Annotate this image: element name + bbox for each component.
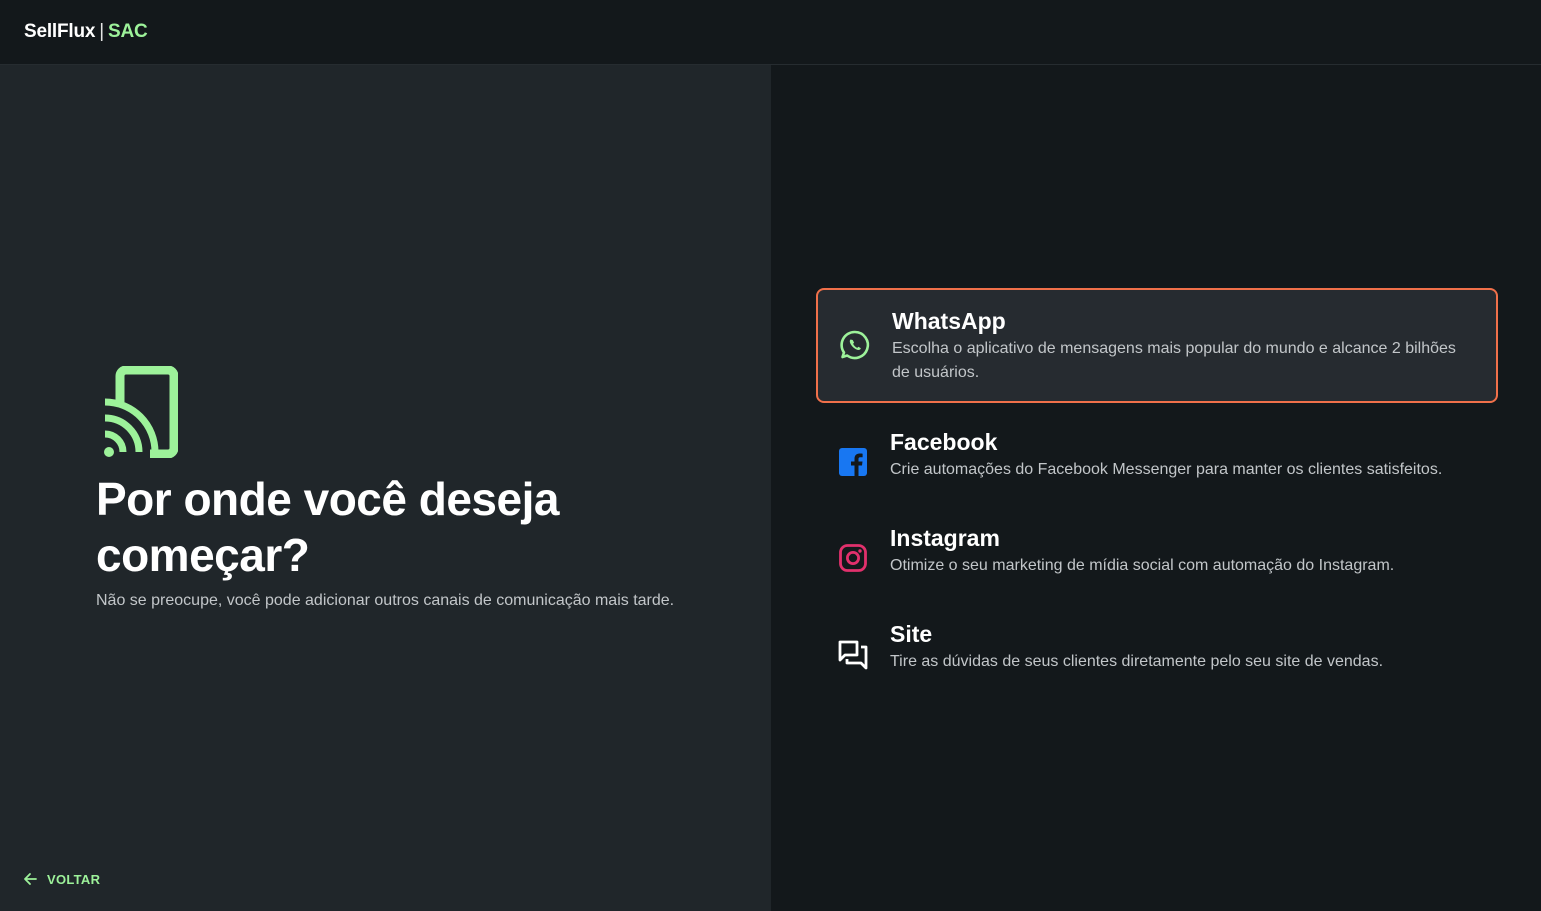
channel-description: Otimize o seu marketing de mídia social …	[890, 557, 1395, 574]
channel-description: Crie automações do Facebook Messenger pa…	[890, 461, 1443, 478]
channel-description: Escolha o aplicativo de mensagens mais p…	[892, 340, 1456, 381]
chat-bubbles-icon	[836, 637, 870, 671]
channel-name: Site	[890, 621, 933, 647]
channel-name: Instagram	[890, 525, 1000, 551]
channel-name: WhatsApp	[892, 308, 1006, 334]
back-button[interactable]: VOLTAR	[22, 871, 100, 887]
back-label: VOLTAR	[47, 871, 101, 887]
channel-option-instagram[interactable]: Instagram Otimize o seu marketing de míd…	[816, 507, 1498, 594]
channel-option-facebook[interactable]: Facebook Crie automações do Facebook Mes…	[816, 411, 1498, 498]
page-title-line1: Por onde você deseja	[96, 473, 559, 525]
channel-name: Facebook	[890, 429, 998, 455]
arrow-left-icon	[24, 873, 37, 885]
page-subtitle: Não se preocupe, você pode adicionar out…	[96, 592, 675, 609]
cast-device-icon	[104, 366, 178, 458]
channel-list: WhatsApp Escolha o aplicativo de mensage…	[771, 65, 1541, 911]
intro-panel: Por onde você deseja começar? Não se pre…	[0, 65, 771, 911]
page-title-line2: começar?	[96, 529, 310, 581]
page-title: Por onde você deseja começar?	[96, 471, 696, 583]
instagram-icon	[836, 541, 870, 575]
channel-option-whatsapp[interactable]: WhatsApp Escolha o aplicativo de mensage…	[816, 288, 1498, 403]
brand-separator: |	[99, 21, 105, 42]
channel-option-site[interactable]: Site Tire as dúvidas de seus clientes di…	[816, 603, 1498, 690]
whatsapp-icon	[838, 328, 872, 362]
brand-logo[interactable]: SellFlux | SAC	[24, 21, 148, 43]
channel-description: Tire as dúvidas de seus clientes diretam…	[890, 653, 1384, 670]
brand-name: SellFlux	[24, 21, 96, 42]
facebook-icon	[836, 445, 870, 479]
brand-product: SAC	[108, 21, 148, 42]
top-bar: SellFlux | SAC	[0, 0, 1541, 65]
